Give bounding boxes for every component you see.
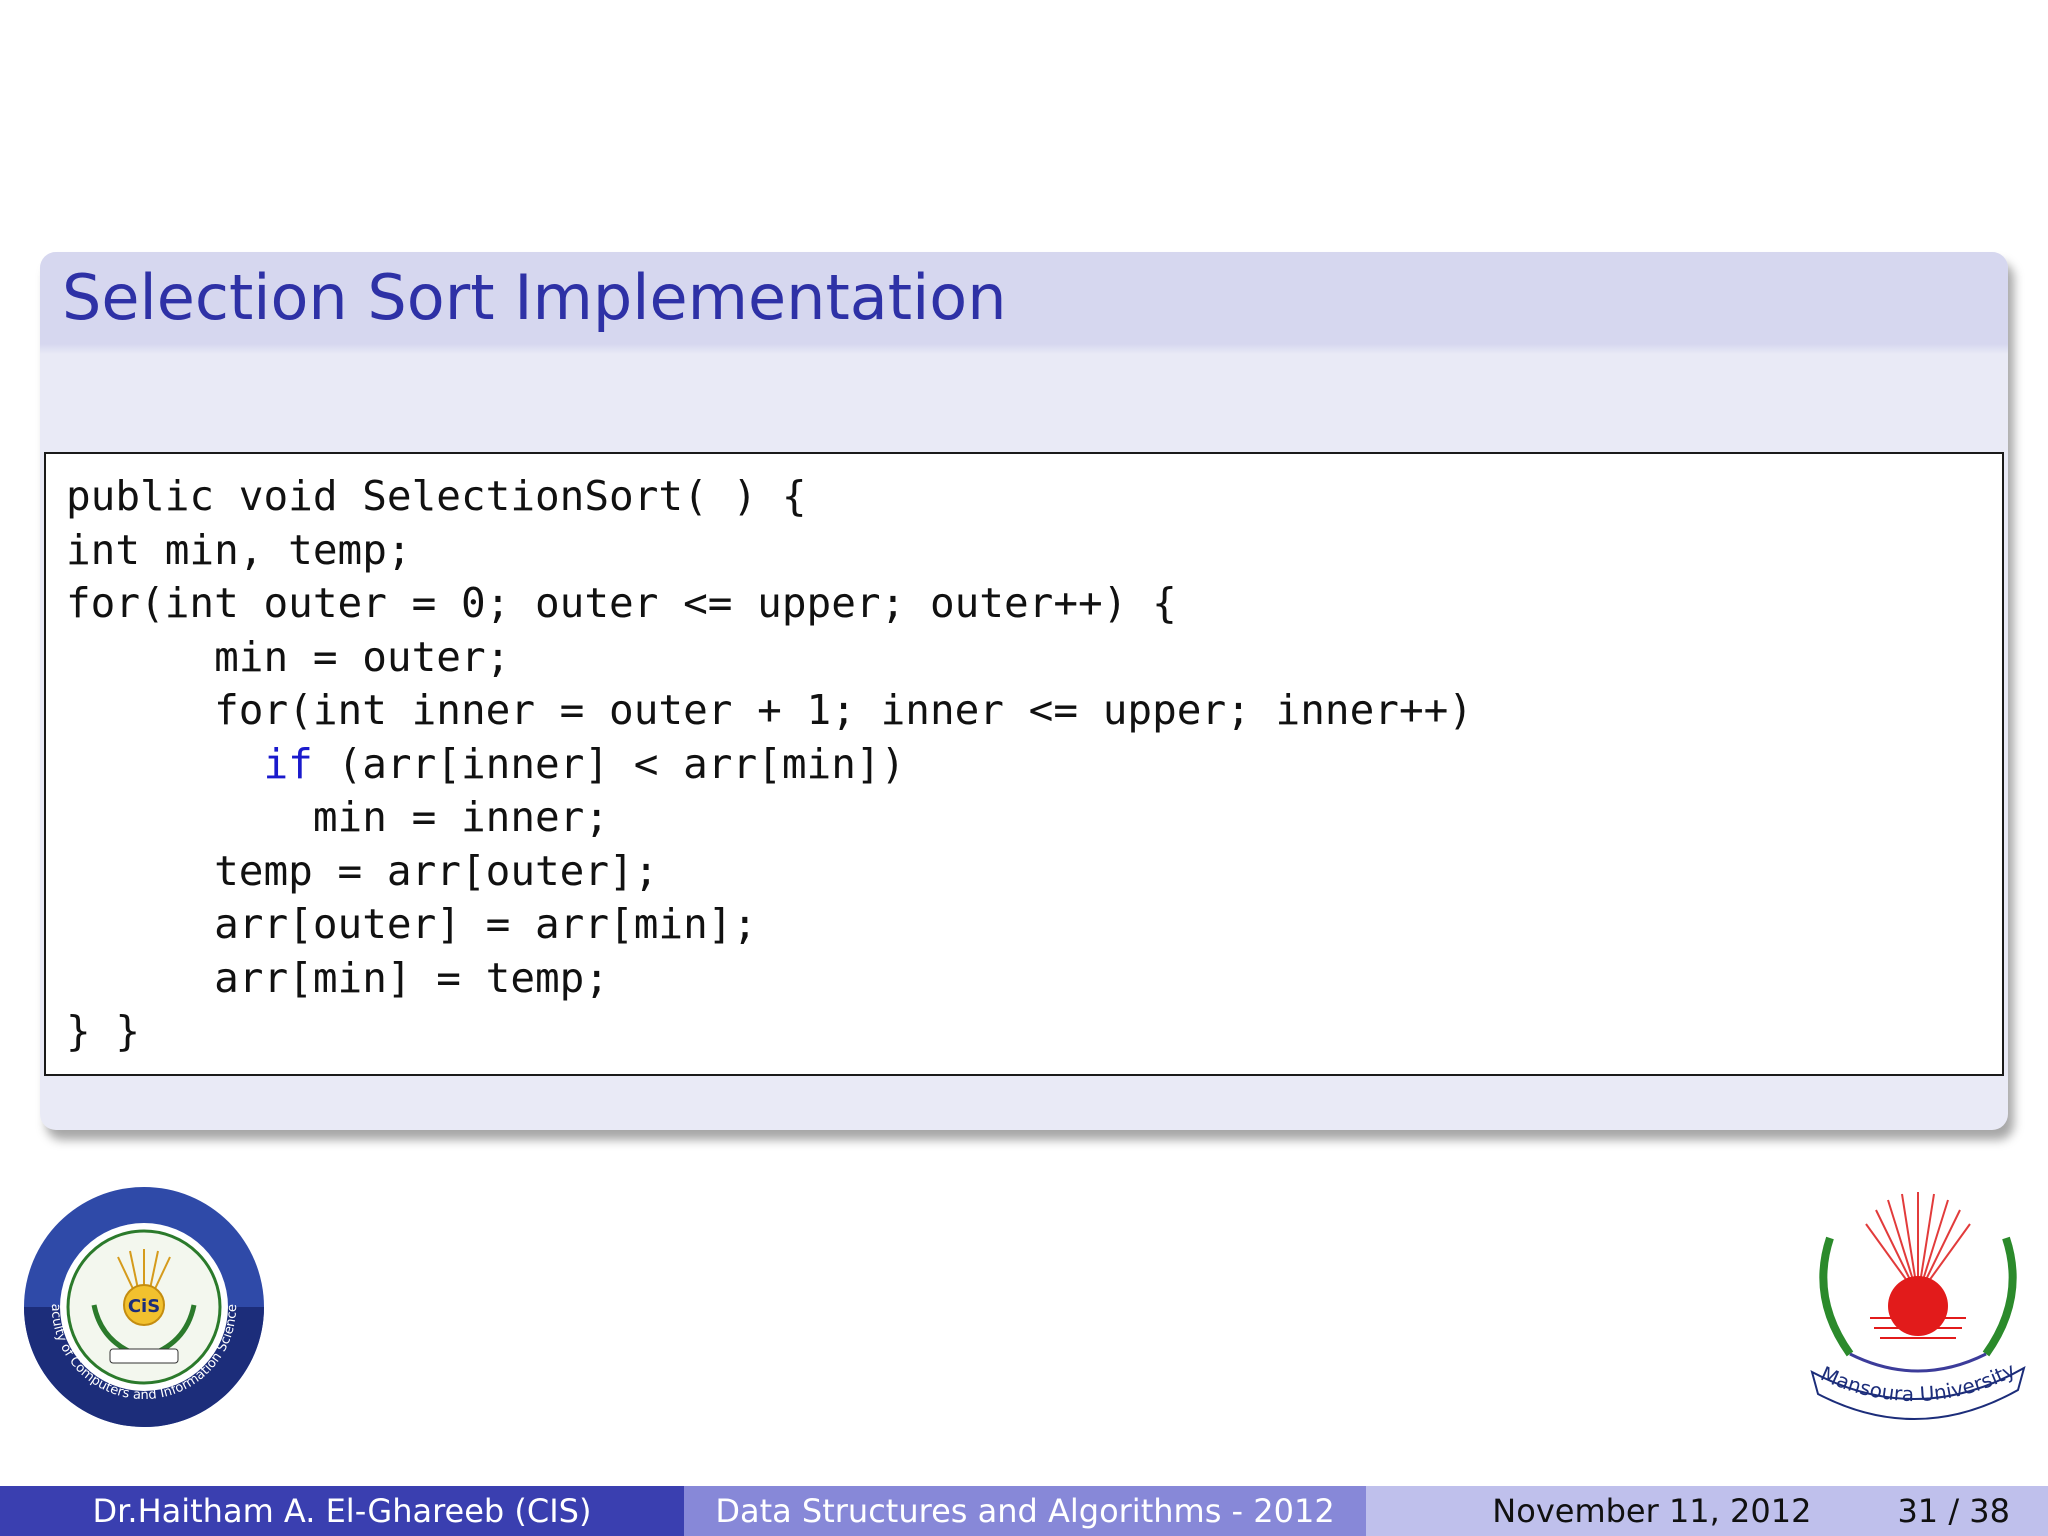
code-line: arr[min] = temp; [66, 953, 610, 1002]
code-line: if (arr[inner] < arr[min]) [263, 739, 906, 788]
code-line: arr[outer] = arr[min]; [66, 900, 758, 948]
code-line: } } [66, 1007, 141, 1055]
code-line: for(int inner = outer + 1; inner <= uppe… [66, 686, 1473, 734]
code-line: int min, temp; [66, 525, 412, 574]
footer-date-page: November 11, 2012 31 / 38 [1366, 1486, 2048, 1536]
mansoura-university-logo: Mansoura University [1790, 1178, 2046, 1434]
block-title: Selection Sort Implementation [40, 252, 2008, 344]
code-line: min = outer; [66, 632, 511, 681]
code-listing-box: public void SelectionSort( ) { int min, … [44, 452, 2004, 1076]
code-line: public void SelectionSort( ) { [66, 472, 807, 520]
code-listing: public void SelectionSort( ) { int min, … [66, 470, 1473, 1059]
block-title-shadow [40, 344, 2008, 354]
footer-author: Dr.Haitham A. El-Ghareeb (CIS) [0, 1486, 684, 1536]
cis-logo-text: CiS [128, 1296, 160, 1317]
footer-course: Data Structures and Algorithms - 2012 [684, 1486, 1366, 1536]
footer-bar: Dr.Haitham A. El-Ghareeb (CIS) Data Stru… [0, 1486, 2048, 1536]
code-line: min = inner; [66, 793, 610, 841]
faculty-cis-logo: CiS Faculty of Computers and Information… [19, 1174, 266, 1429]
footer-page-number: 31 / 38 [1897, 1492, 2010, 1530]
code-line: for(int outer = 0; outer <= upper; outer… [66, 579, 1177, 627]
footer-date: November 11, 2012 [1492, 1492, 1812, 1530]
code-line: temp = arr[outer]; [66, 846, 659, 895]
